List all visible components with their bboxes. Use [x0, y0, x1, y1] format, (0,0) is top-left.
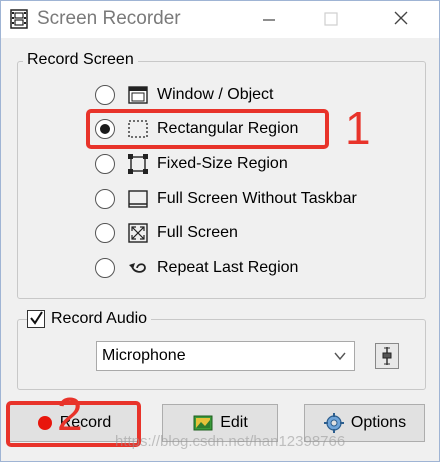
edit-button-label: Edit	[220, 414, 248, 431]
option-full-screen[interactable]: Full Screen	[95, 219, 238, 247]
screen-without-taskbar-icon	[128, 190, 148, 208]
radio-button[interactable]	[95, 189, 115, 209]
window-icon	[128, 86, 148, 104]
chevron-down-icon	[334, 352, 346, 361]
repeat-arrow-icon	[129, 263, 146, 273]
option-label: Full Screen	[157, 224, 238, 241]
record-audio-checkbox[interactable]	[27, 310, 45, 328]
radio-button[interactable]	[95, 85, 115, 105]
option-fixed-size-region[interactable]: Fixed-Size Region	[95, 150, 288, 178]
option-label: Repeat Last Region	[157, 259, 299, 276]
fixed-region-icon	[128, 154, 148, 174]
screen-recorder-window: Screen Recorder Record Screen Window / O…	[0, 0, 440, 462]
annotation-highlight-box-1	[86, 109, 329, 149]
option-label: Full Screen Without Taskbar	[157, 190, 357, 207]
gear-icon	[323, 413, 344, 433]
record-audio-checkbox-row[interactable]: Record Audio	[27, 310, 152, 328]
audio-source-select[interactable]: Microphone	[96, 341, 355, 371]
checkmark-icon	[30, 311, 43, 325]
radio-button[interactable]	[95, 154, 115, 174]
annotation-number-2: 2	[57, 388, 83, 440]
volume-mixer-icon	[382, 347, 392, 365]
watermark-text: https://blog.csdn.net/han12398766	[115, 433, 346, 450]
close-icon[interactable]	[389, 9, 413, 29]
full-screen-icon	[128, 223, 148, 243]
maximize-icon[interactable]	[319, 9, 343, 29]
options-button-label: Options	[350, 414, 407, 431]
title-bar: Screen Recorder	[1, 1, 439, 38]
window-title: Screen Recorder	[37, 8, 181, 29]
option-label: Window / Object	[157, 86, 274, 103]
radio-button[interactable]	[95, 223, 115, 243]
record-screen-legend: Record Screen	[23, 51, 138, 69]
audio-source-value: Microphone	[102, 347, 186, 364]
volume-mixer-button[interactable]	[375, 343, 399, 369]
option-full-screen-without-taskbar[interactable]: Full Screen Without Taskbar	[95, 185, 357, 213]
option-repeat-last-region[interactable]: Repeat Last Region	[95, 254, 298, 282]
option-window-object[interactable]: Window / Object	[95, 81, 273, 109]
edit-icon	[193, 415, 213, 431]
annotation-number-1: 1	[345, 102, 371, 154]
radio-button[interactable]	[95, 258, 115, 278]
minimize-icon[interactable]	[257, 9, 281, 29]
record-audio-label: Record Audio	[51, 310, 148, 327]
film-strip-icon	[10, 9, 28, 29]
option-label: Fixed-Size Region	[157, 155, 288, 172]
